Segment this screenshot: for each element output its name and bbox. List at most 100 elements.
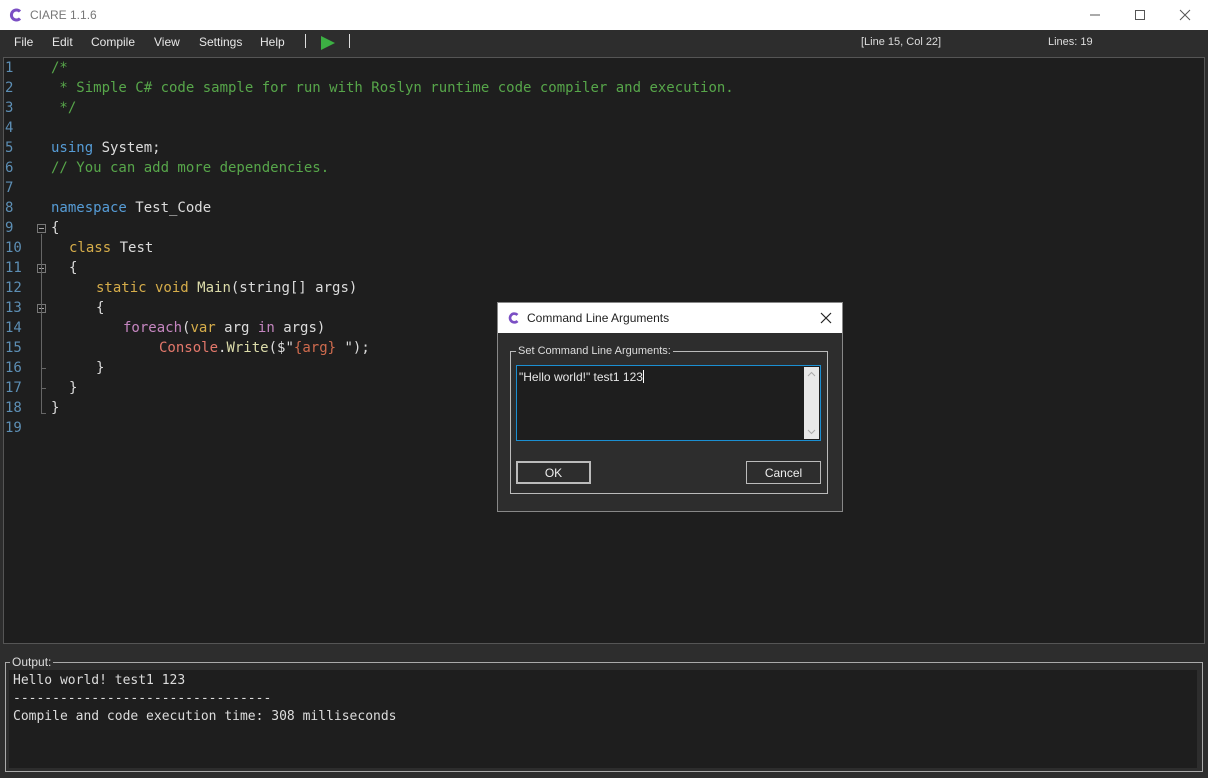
minimize-button[interactable] (1072, 0, 1118, 30)
text-caret (642, 370, 644, 383)
method-token: Main (197, 280, 231, 296)
command-line-arguments-dialog: Command Line Arguments Set Command Line … (497, 302, 843, 512)
dialog-title: Command Line Arguments (527, 311, 670, 325)
menu-help[interactable]: Help (260, 35, 285, 49)
line-number: 14 (5, 320, 22, 336)
fold-end-marker (41, 368, 46, 369)
line-number: 12 (5, 280, 22, 296)
arguments-group-label: Set Command Line Arguments: (516, 345, 673, 357)
code-token: Test (111, 240, 154, 256)
line-number: 8 (5, 200, 14, 216)
keyword-token: in (257, 320, 275, 336)
keyword-token: class (69, 240, 112, 256)
arguments-text: "Hello world!" test1 123 (519, 370, 643, 384)
close-icon (820, 312, 832, 324)
fold-end-marker (41, 388, 46, 389)
line-number: 2 (5, 80, 14, 96)
window-title: CIARE 1.1.6 (30, 8, 97, 22)
line-number: 4 (5, 120, 14, 136)
keyword-token: foreach (123, 320, 183, 336)
title-bar: CIARE 1.1.6 (0, 0, 1208, 30)
arguments-value: "Hello world!" test1 123 (519, 370, 644, 384)
code-line: } (51, 400, 60, 416)
output-line: Hello world! test1 123 (13, 673, 186, 688)
chevron-up-icon[interactable] (807, 370, 816, 379)
line-number: 17 (5, 380, 22, 396)
menu-separator (349, 34, 350, 48)
code-line: Console.Write($"{arg} "); (159, 338, 370, 358)
code-line: /* (51, 60, 68, 76)
method-token: Write (226, 340, 269, 356)
line-number: 1 (5, 60, 14, 76)
code-token: (string[] args) (230, 280, 358, 296)
menu-view[interactable]: View (154, 35, 180, 49)
scrollbar[interactable] (804, 367, 819, 439)
close-icon (1179, 9, 1191, 21)
menu-edit[interactable]: Edit (52, 35, 73, 49)
class-token: Console (159, 340, 219, 356)
output-console[interactable]: Hello world! test1 123 -----------------… (9, 670, 1197, 768)
output-line: --------------------------------- (13, 691, 272, 706)
line-number: 3 (5, 100, 14, 116)
menu-file[interactable]: File (14, 35, 33, 49)
ok-button[interactable]: OK (516, 461, 591, 484)
close-window-button[interactable] (1162, 0, 1208, 30)
menu-bar: File Edit Compile View Settings Help [Li… (0, 30, 1208, 56)
code-token: Test_Code (126, 200, 212, 216)
line-number: 5 (5, 140, 14, 156)
cancel-button[interactable]: Cancel (746, 461, 821, 484)
code-token: "); (336, 340, 370, 356)
keyword-token: using (51, 140, 94, 156)
keyword-token: namespace (51, 200, 127, 216)
keyword-token: static void (96, 280, 189, 296)
code-line: static void Main(string[] args) (96, 278, 357, 298)
output-label: Output: (10, 655, 54, 669)
code-token: ($" (268, 340, 294, 356)
code-line: foreach(var arg in args) (123, 318, 325, 338)
line-number: 19 (5, 420, 22, 436)
dialog-close-button[interactable] (816, 309, 836, 327)
line-count: Lines: 19 (1048, 36, 1093, 48)
line-number: 7 (5, 180, 14, 196)
code-line: { (69, 260, 78, 276)
fold-toggle-icon[interactable] (37, 224, 46, 233)
code-token: arg (215, 320, 258, 336)
code-line: { (51, 220, 60, 236)
fold-end-marker (41, 413, 46, 414)
maximize-button[interactable] (1117, 0, 1163, 30)
line-number: 6 (5, 160, 14, 176)
code-line: using System; (51, 138, 161, 158)
line-number: 18 (5, 400, 22, 416)
arguments-input[interactable]: "Hello world!" test1 123 (516, 365, 821, 441)
line-number: 13 (5, 300, 22, 316)
code-line: // You can add more dependencies. (51, 160, 330, 176)
menu-compile[interactable]: Compile (91, 35, 135, 49)
code-line: { (96, 300, 105, 316)
dialog-title-bar: Command Line Arguments (498, 303, 842, 333)
line-number: 11 (5, 260, 22, 276)
ciare-logo-icon (508, 312, 519, 324)
code-line: } (69, 380, 78, 396)
line-number: 10 (5, 240, 22, 256)
keyword-token: var (190, 320, 216, 336)
code-line: class Test (69, 238, 153, 258)
menu-separator (305, 34, 306, 48)
code-line: */ (51, 100, 77, 116)
code-line: * Simple C# code sample for run with Ros… (51, 80, 734, 96)
maximize-icon (1135, 10, 1145, 20)
chevron-down-icon[interactable] (807, 427, 816, 436)
code-line: namespace Test_Code (51, 198, 211, 218)
minimize-icon (1090, 14, 1100, 16)
line-number: 16 (5, 360, 22, 376)
cursor-position: [Line 15, Col 22] (861, 36, 942, 48)
code-token: System; (93, 140, 161, 156)
code-line: } (96, 360, 105, 376)
menu-settings[interactable]: Settings (199, 35, 242, 49)
interpolation-token: {arg} (293, 340, 337, 356)
line-number: 15 (5, 340, 22, 356)
code-token: args) (274, 320, 326, 336)
ciare-logo-icon (10, 8, 22, 22)
play-icon[interactable] (320, 35, 336, 51)
line-number: 9 (5, 220, 14, 236)
fold-guide (41, 234, 42, 414)
